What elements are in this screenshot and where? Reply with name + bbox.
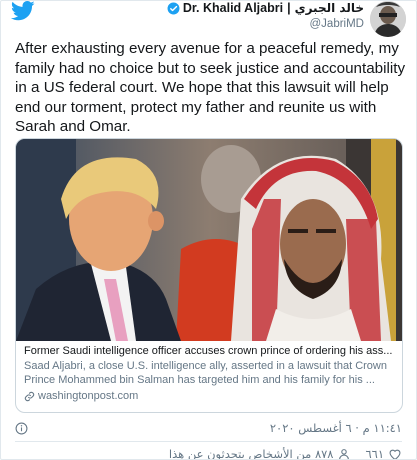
card-description: Saad Aljabri, a close U.S. intelligence … [24, 360, 387, 386]
card-image[interactable] [16, 139, 402, 341]
talking-count[interactable]: ٨٧٨ من الأشخاص يتحدثون عن هذا [169, 447, 334, 459]
twitter-bird-icon[interactable] [11, 1, 35, 21]
author-name-line[interactable]: Dr. Khalid Aljabri | خالد الجبري [167, 1, 364, 15]
card-photo [16, 139, 402, 341]
author-block[interactable]: Dr. Khalid Aljabri | خالد الجبري @JabriM… [167, 1, 364, 30]
verified-badge-icon [167, 2, 180, 14]
card-body[interactable]: Former Saudi intelligence officer accuse… [16, 344, 402, 403]
tweet-timestamp[interactable]: ١١:٤١ م · ٦ أغسطس ٢٠٢٠ [270, 421, 402, 435]
card-domain-text[interactable]: washingtonpost.com [38, 389, 138, 403]
tweet-text: After exhausting every avenue for a peac… [15, 40, 406, 135]
link-card[interactable]: Former Saudi intelligence officer accuse… [15, 138, 403, 413]
info-icon[interactable] [15, 422, 28, 435]
tweet-embed: Dr. Khalid Aljabri | خالد الجبري @JabriM… [0, 0, 417, 460]
person-icon[interactable] [337, 448, 351, 460]
tweet-stats: ٦٦١ ٨٧٨ من الأشخاص يتحدثون عن هذا [169, 447, 402, 460]
author-name-en[interactable]: Dr. Khalid Aljabri [183, 1, 283, 15]
author-name-ar[interactable]: خالد الجبري [295, 1, 364, 15]
heart-icon[interactable] [388, 448, 402, 460]
footer-divider [15, 441, 402, 442]
likes-count[interactable]: ٦٦١ [365, 447, 384, 459]
name-separator: | [287, 1, 291, 15]
card-domain[interactable]: washingtonpost.com [24, 389, 396, 403]
card-title[interactable]: Former Saudi intelligence officer accuse… [24, 344, 396, 358]
link-icon [24, 391, 35, 401]
avatar[interactable] [370, 1, 406, 37]
avatar-image [370, 1, 406, 37]
author-handle[interactable]: @JabriMD [167, 18, 365, 30]
